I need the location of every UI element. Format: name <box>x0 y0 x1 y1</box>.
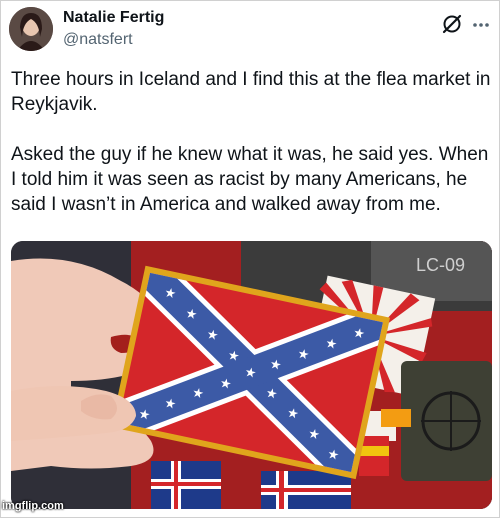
tweet-text: Three hours in Iceland and I find this a… <box>11 69 491 215</box>
handle[interactable]: @natsfert <box>63 31 133 49</box>
more-icon[interactable] <box>471 15 491 35</box>
grok-icon[interactable] <box>441 13 463 35</box>
imgflip-watermark: imgflip.com <box>2 500 64 512</box>
tweet-photo[interactable]: LC-09 ★ ★ ★ ★ ★ ★ ★ ★ ★ ★ ★ ★ ★ ★ ★ ★ ★ <box>11 241 492 509</box>
patch-text: LC-09 <box>416 255 465 275</box>
avatar[interactable] <box>9 7 53 51</box>
display-name[interactable]: Natalie Fertig <box>63 9 164 27</box>
tweet-card: Natalie Fertig @natsfert Three hours in … <box>0 0 500 518</box>
